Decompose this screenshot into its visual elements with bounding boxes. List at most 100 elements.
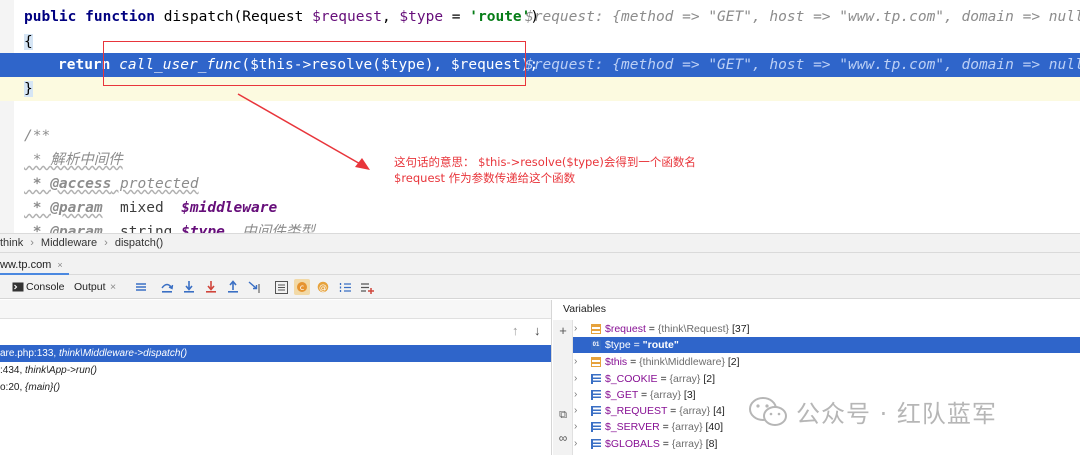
- variable-name: $_COOKIE: [605, 373, 658, 385]
- variable-name: $_GET: [605, 389, 639, 401]
- chevron-right-icon[interactable]: ›: [574, 321, 584, 337]
- arrow-down-icon[interactable]: ↓: [534, 323, 541, 338]
- arrow-line: [237, 93, 363, 166]
- object-icon: [591, 324, 601, 334]
- frame-row[interactable]: :434, think\App->run(): [0, 362, 551, 379]
- console-tab[interactable]: Console: [26, 279, 65, 295]
- variable-name: $GLOBALS: [605, 438, 660, 450]
- frames-header: [0, 300, 551, 319]
- chevron-right-icon[interactable]: ›: [574, 403, 584, 419]
- menu-icon[interactable]: [133, 279, 149, 295]
- coverage-icon[interactable]: c: [294, 279, 310, 295]
- variable-value: [2]: [700, 373, 716, 385]
- variable-name: $_REQUEST: [605, 405, 668, 417]
- variable-eq: =: [630, 339, 643, 351]
- breadcrumb-item-class[interactable]: Middleware: [41, 234, 97, 252]
- variable-eq: =: [657, 373, 670, 385]
- variable-type: {think\Request}: [657, 323, 730, 335]
- variable-eq: =: [627, 356, 640, 368]
- variable-type: {array}: [650, 389, 681, 401]
- variable-value: [4]: [710, 405, 725, 417]
- frame-row[interactable]: o:20, {main}(): [0, 379, 551, 396]
- step-over-icon[interactable]: [159, 279, 175, 295]
- watermark-text: 公众号 · 红队蓝军: [796, 399, 997, 428]
- frames-panel: ↑ ↓ are.php:133, think\Middleware->dispa…: [0, 300, 552, 455]
- array-icon: [591, 374, 601, 384]
- breadcrumb: think › Middleware › dispatch(): [0, 233, 1080, 253]
- variable-eq: =: [638, 389, 651, 401]
- evaluate-expression-icon[interactable]: [273, 279, 289, 295]
- variable-type: {array}: [671, 421, 703, 433]
- chevron-right-icon[interactable]: ›: [574, 354, 584, 370]
- force-step-into-icon[interactable]: [203, 279, 219, 295]
- frame-location: o:20,: [0, 382, 26, 393]
- variable-value: [8]: [702, 438, 718, 450]
- annotation-note: 这句话的意思： $this->resolve($type)会得到一个函数名 $r…: [394, 154, 696, 186]
- variable-row[interactable]: › $GLOBALS = {array} [8]: [573, 436, 1080, 452]
- code-editor[interactable]: public function dispatch(Request $reques…: [0, 0, 1080, 233]
- variable-row[interactable]: › $_COOKIE = {array} [2]: [573, 371, 1080, 387]
- add-watch-icon[interactable]: [359, 279, 375, 295]
- output-tab[interactable]: Output: [74, 279, 106, 295]
- variable-eq: =: [645, 323, 658, 335]
- step-into-icon[interactable]: [181, 279, 197, 295]
- variable-value: [2]: [724, 356, 740, 368]
- svg-text:@: @: [319, 283, 327, 292]
- step-out-icon[interactable]: [225, 279, 241, 295]
- array-icon: [591, 390, 601, 400]
- variable-eq: =: [659, 438, 672, 450]
- arrow-annotation: [237, 93, 370, 170]
- primitive-icon: 01: [591, 340, 601, 350]
- variable-name: $type: [605, 339, 631, 351]
- debug-session-tab[interactable]: ww.tp.com ×: [0, 255, 69, 275]
- frame-row[interactable]: are.php:133, think\Middleware->dispatch(…: [0, 345, 551, 362]
- list-numbered-icon[interactable]: [337, 279, 353, 295]
- frame-method: {main}(): [25, 382, 61, 393]
- variable-row[interactable]: › $this = {think\Middleware} [2]: [573, 354, 1080, 370]
- variable-name: $request: [605, 323, 646, 335]
- close-icon[interactable]: ×: [110, 279, 116, 295]
- variables-panel: Variables + ⧉ ∞ › $request = {think\Requ…: [553, 300, 1080, 455]
- chevron-right-icon[interactable]: ›: [574, 387, 584, 403]
- chevron-right-icon: ›: [30, 237, 34, 249]
- chevron-right-icon[interactable]: ›: [574, 419, 584, 435]
- debug-toolbar: Console Output × c @: [0, 275, 1080, 299]
- copy-icon[interactable]: ⧉: [556, 408, 570, 422]
- annotation-line-1: 这句话的意思： $this->resolve($type)会得到一个函数名: [394, 155, 696, 169]
- variable-eq: =: [659, 421, 672, 433]
- variable-value: [40]: [702, 421, 724, 433]
- console-icon: [10, 279, 26, 295]
- arrow-up-icon[interactable]: ↑: [512, 323, 519, 338]
- variable-type: {array}: [679, 405, 711, 417]
- variable-eq: =: [667, 405, 680, 417]
- chevron-right-icon[interactable]: ›: [574, 436, 584, 452]
- frame-method: think\Middleware->dispatch(): [58, 348, 188, 359]
- chevron-right-icon: ›: [104, 237, 108, 249]
- run-to-cursor-icon[interactable]: [247, 279, 263, 295]
- variable-row[interactable]: › $request = {think\Request} [37]: [573, 321, 1080, 337]
- chevron-right-icon[interactable]: ›: [574, 371, 584, 387]
- at-icon[interactable]: @: [315, 279, 331, 295]
- debug-tabbar: ww.tp.com ×: [0, 253, 1080, 275]
- variable-type: {array}: [669, 373, 701, 385]
- arrow-head: [355, 158, 370, 170]
- variable-name: $_SERVER: [605, 421, 660, 433]
- object-icon: [591, 357, 601, 367]
- debug-session-label: ww.tp.com: [0, 259, 52, 271]
- variable-row[interactable]: 01 $type = "route": [573, 337, 1080, 353]
- breadcrumb-item-method[interactable]: dispatch(): [115, 234, 163, 252]
- glasses-icon[interactable]: ∞: [556, 431, 570, 445]
- plus-icon[interactable]: +: [556, 324, 570, 338]
- variable-name: $this: [605, 356, 628, 368]
- watermark: 公众号 · 红队蓝军: [748, 393, 997, 429]
- close-icon[interactable]: ×: [51, 260, 62, 270]
- variables-title: Variables: [563, 303, 606, 315]
- variable-value: "route": [642, 339, 679, 351]
- annotation-line-2: $request 作为参数传递给这个函数: [394, 171, 576, 185]
- frame-location: are.php:133,: [0, 348, 59, 359]
- breadcrumb-item-namespace[interactable]: think: [0, 234, 23, 252]
- variable-value: [3]: [680, 389, 696, 401]
- array-icon: [591, 439, 601, 449]
- frame-location: :434,: [0, 365, 26, 376]
- array-icon: [591, 422, 601, 432]
